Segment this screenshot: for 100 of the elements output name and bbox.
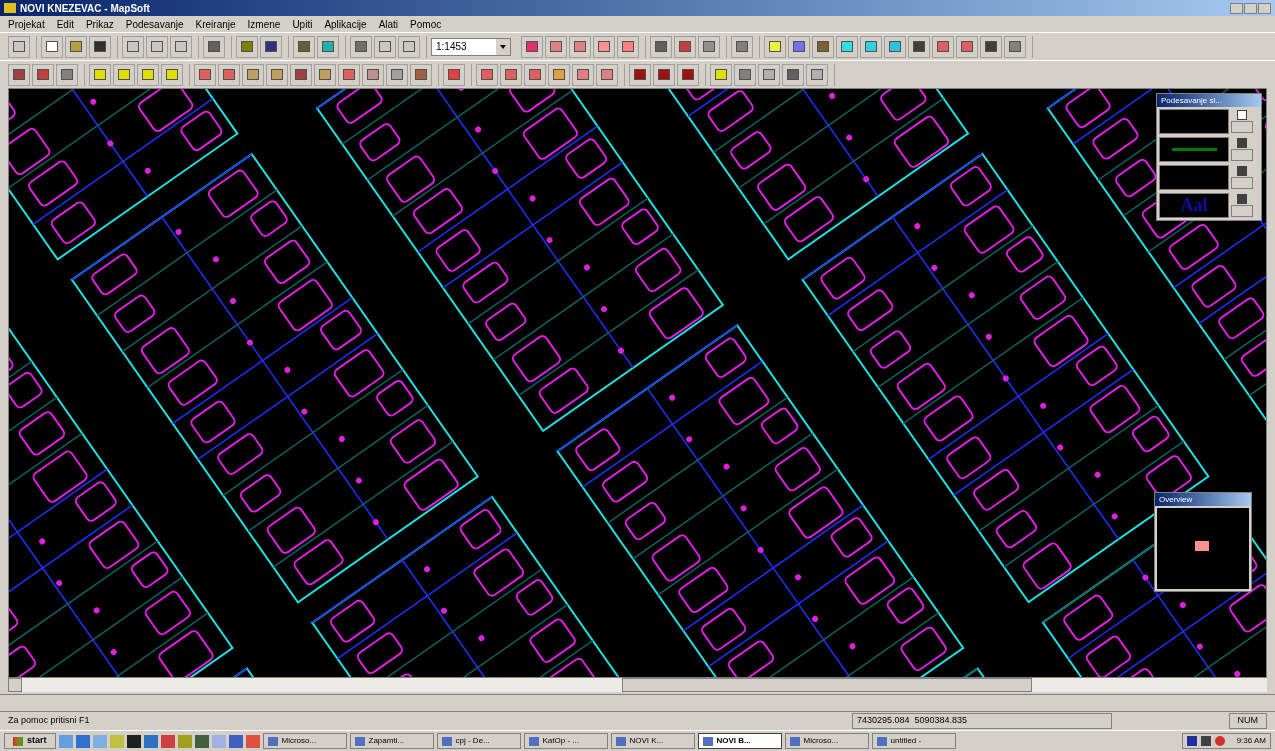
taskbar-button[interactable]: NOVI K... <box>610 733 695 749</box>
menu-item[interactable]: Edit <box>56 16 74 32</box>
toolbar-button[interactable] <box>596 63 618 86</box>
toolbar-button[interactable] <box>41 35 63 58</box>
taskbar-button[interactable]: cpj - De... <box>436 733 521 749</box>
taskbar-button[interactable]: Microso... <box>784 733 869 749</box>
toolbar-button[interactable] <box>8 35 30 58</box>
toolbar-button[interactable] <box>731 35 753 58</box>
toolbar-button[interactable] <box>764 35 786 58</box>
toolbar-button[interactable] <box>650 35 672 58</box>
toolbar-button[interactable] <box>338 63 360 86</box>
toolbar-button[interactable] <box>500 63 522 86</box>
toolbar-button[interactable] <box>89 35 111 58</box>
toolbar-button[interactable] <box>161 63 183 86</box>
close-button[interactable] <box>1258 2 1271 14</box>
toolbar-button[interactable] <box>170 35 192 58</box>
toolbar-button[interactable] <box>548 63 570 86</box>
layer-checkbox[interactable] <box>1237 166 1247 176</box>
toolbar-button[interactable] <box>710 63 732 86</box>
toolbar-button[interactable] <box>266 63 288 86</box>
toolbar-button[interactable] <box>758 63 780 86</box>
toolbar-button[interactable] <box>32 63 54 86</box>
layer-style-preview[interactable] <box>1159 165 1229 190</box>
toolbar-button[interactable] <box>443 63 465 86</box>
layer-checkbox[interactable] <box>1237 138 1247 148</box>
toolbar-button[interactable] <box>362 63 384 86</box>
toolbar-button[interactable] <box>572 63 594 86</box>
layer-checkbox[interactable] <box>1237 194 1247 204</box>
menu-item[interactable]: Izmene <box>247 16 281 32</box>
start-button[interactable]: start <box>4 733 56 749</box>
menu-item[interactable]: Prikaz <box>85 16 114 32</box>
toolbar-button[interactable] <box>410 63 432 86</box>
layer-checkbox[interactable] <box>1237 110 1247 120</box>
toolbar-button[interactable] <box>1004 35 1026 58</box>
toolbar-button[interactable] <box>545 35 567 58</box>
toolbar-button[interactable] <box>524 63 546 86</box>
toolbar-button[interactable] <box>317 35 339 58</box>
toolbar-button[interactable] <box>65 35 87 58</box>
toolbar-button[interactable] <box>194 63 216 86</box>
toolbar-button[interactable] <box>812 35 834 58</box>
toolbar-button[interactable] <box>122 35 144 58</box>
toolbar-button[interactable] <box>653 63 675 86</box>
maximize-button[interactable] <box>1244 2 1257 14</box>
toolbar-button[interactable] <box>218 63 240 86</box>
toolbar-button[interactable] <box>806 63 828 86</box>
taskbar-button[interactable]: Microso... <box>262 733 347 749</box>
taskbar-button[interactable]: Zapamti... <box>349 733 434 749</box>
toolbar-button[interactable] <box>137 63 159 86</box>
toolbar-button[interactable] <box>350 35 372 58</box>
toolbar-button[interactable] <box>386 63 408 86</box>
menu-item[interactable]: Projekat <box>8 16 45 32</box>
toolbar-button[interactable] <box>113 63 135 86</box>
toolbar-button[interactable] <box>782 63 804 86</box>
toolbar-button[interactable] <box>8 63 30 86</box>
toolbar-button[interactable] <box>860 35 882 58</box>
scroll-left-button[interactable] <box>8 678 22 692</box>
quick-launch-icon[interactable] <box>194 734 209 748</box>
layer-style-preview[interactable] <box>1159 137 1229 162</box>
toolbar-button[interactable] <box>698 35 720 58</box>
toolbar-button[interactable] <box>203 35 225 58</box>
toolbar-button[interactable] <box>260 35 282 58</box>
toolbar-button[interactable] <box>146 35 168 58</box>
menu-item[interactable]: Podesavanje <box>125 16 184 32</box>
toolbar-button[interactable] <box>908 35 930 58</box>
toolbar-button[interactable] <box>374 35 396 58</box>
toolbar-button[interactable] <box>956 35 978 58</box>
layer-options-button[interactable] <box>1231 177 1253 189</box>
toolbar-button[interactable] <box>788 35 810 58</box>
toolbar-button[interactable] <box>629 63 651 86</box>
toolbar-button[interactable] <box>617 35 639 58</box>
toolbar-button[interactable] <box>674 35 696 58</box>
minimize-button[interactable] <box>1230 2 1243 14</box>
menu-item[interactable]: Upiti <box>292 16 313 32</box>
horizontal-scrollbar[interactable] <box>8 678 1267 692</box>
quick-launch-icon[interactable] <box>126 734 141 748</box>
toolbar-button[interactable] <box>290 63 312 86</box>
scale-dropdown[interactable]: 1:1453 <box>431 37 511 56</box>
toolbar-button[interactable] <box>476 63 498 86</box>
scroll-thumb[interactable] <box>622 678 1032 692</box>
toolbar-button[interactable] <box>932 35 954 58</box>
layer-options-button[interactable] <box>1231 149 1253 161</box>
menu-item[interactable]: Kreiranje <box>195 16 236 32</box>
taskbar-button[interactable]: untitled - <box>871 733 956 749</box>
toolbar-button[interactable] <box>980 35 1002 58</box>
toolbar-button[interactable] <box>836 35 858 58</box>
toolbar-button[interactable] <box>398 35 420 58</box>
taskbar-button[interactable]: KatOp - ... <box>523 733 608 749</box>
layer-style-preview[interactable] <box>1159 109 1229 134</box>
toolbar-button[interactable] <box>56 63 78 86</box>
taskbar-button[interactable]: NOVI B... <box>697 733 782 749</box>
menu-item[interactable]: Alati <box>378 16 399 32</box>
toolbar-button[interactable] <box>569 35 591 58</box>
toolbar-button[interactable] <box>734 63 756 86</box>
toolbar-button[interactable] <box>89 63 111 86</box>
toolbar-button[interactable] <box>677 63 699 86</box>
menu-item[interactable]: Pomoc <box>410 16 442 32</box>
toolbar-button[interactable] <box>314 63 336 86</box>
toolbar-button[interactable] <box>593 35 615 58</box>
layer-options-button[interactable] <box>1231 205 1253 217</box>
menu-item[interactable]: Aplikacije <box>324 16 367 32</box>
